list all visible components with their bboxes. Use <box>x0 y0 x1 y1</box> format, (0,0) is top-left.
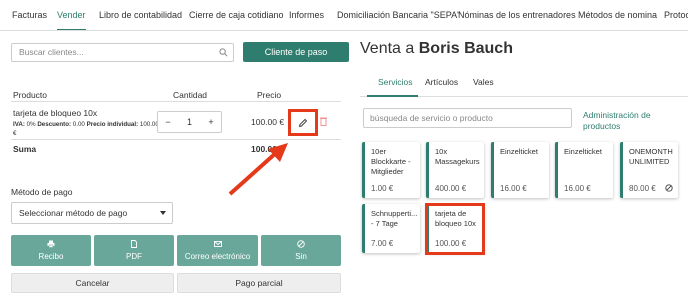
product-tile[interactable]: ONEMONTH UNLIMITED 80.00 € <box>620 142 678 198</box>
active-tab-indicator <box>367 95 418 97</box>
tab-servicios[interactable]: Servicios <box>378 77 412 87</box>
sale-title: Venta a Boris Bauch <box>360 40 513 58</box>
tab-libro-contabilidad[interactable]: Libro de contabilidad <box>99 0 182 30</box>
top-nav: Facturas Vender Libro de contabilidad Ci… <box>0 0 688 31</box>
tab-cierre-caja[interactable]: Cierre de caja cotidiano <box>189 0 284 30</box>
edit-item-button[interactable] <box>288 109 318 136</box>
tab-metodos-nomina[interactable]: Métodos de nomina <box>578 0 657 30</box>
product-tile[interactable]: Schnupperti... - 7 Tage 7.00 € <box>362 204 420 253</box>
product-tile-name: ONEMONTH UNLIMITED <box>629 147 673 166</box>
product-tile[interactable]: 10er Blockkarte - Mitglieder 1.00 € <box>362 142 420 198</box>
highlight-frame <box>425 203 485 255</box>
col-price-header: Precio <box>257 90 282 100</box>
product-tile[interactable]: 10x Massagekurs 400.00 € <box>426 142 484 198</box>
col-product-header: Producto <box>13 90 48 100</box>
ban-icon <box>297 240 305 248</box>
product-tile-name: Einzelticket <box>564 147 602 156</box>
trash-icon[interactable] <box>320 116 327 126</box>
product-tile-price: 7.00 € <box>371 239 394 248</box>
tab-facturas[interactable]: Facturas <box>12 0 47 30</box>
receipt-label: Recibo <box>38 252 64 261</box>
product-tile-price: 1.00 € <box>371 184 394 193</box>
decrease-button[interactable]: − <box>158 112 178 132</box>
annotation-arrow-icon <box>228 143 288 196</box>
product-tile-price: 400.00 € <box>435 184 467 193</box>
product-tile-price: 80.00 € <box>629 184 656 193</box>
product-tile-name: 10x Massagekurs <box>435 147 480 166</box>
tab-protoc[interactable]: Protoc <box>664 0 688 30</box>
chevron-down-icon <box>160 211 166 215</box>
product-tile-price: 16.00 € <box>500 184 527 193</box>
email-button[interactable]: Correo electrónico <box>177 235 258 266</box>
tab-nominas-entrenadores[interactable]: Nóminas de los entrenadores <box>458 0 576 30</box>
pdf-button[interactable]: PDF <box>94 235 174 266</box>
quantity-value[interactable]: 1 <box>178 112 201 132</box>
product-tile-name: 10er Blockkarte - Mitglieder <box>371 147 411 176</box>
tab-informes[interactable]: Informes <box>289 0 324 30</box>
search-icon <box>219 48 228 57</box>
customer-search-placeholder: Buscar clientes... <box>19 47 84 57</box>
product-tile[interactable]: Einzelticket 16.00 € <box>555 142 613 198</box>
col-quantity-header: Cantidad <box>173 90 208 100</box>
pdf-label: PDF <box>126 252 142 261</box>
customer-name: Boris Bauch <box>418 40 513 57</box>
product-tile[interactable]: Einzelticket 16.00 € <box>491 142 549 198</box>
no-receipt-button[interactable]: Sin <box>261 235 341 266</box>
tab-vender[interactable]: Vender <box>57 0 86 30</box>
tab-articulos[interactable]: Artículos <box>425 77 458 87</box>
cart-item-price: 100.00 € <box>251 117 285 127</box>
sum-label: Suma <box>13 144 37 154</box>
guest-customer-button[interactable]: Cliente de paso <box>243 42 349 62</box>
product-tile-name: Einzelticket <box>500 147 538 156</box>
envelope-icon <box>213 241 222 247</box>
printer-icon <box>47 240 55 248</box>
payment-method-select[interactable]: Seleccionar método de pago <box>11 202 173 224</box>
cart-item-name: tarjeta de bloqueo 10x <box>13 108 98 118</box>
service-search-input[interactable]: búsqueda de servicio o producto <box>363 108 572 128</box>
increase-button[interactable]: + <box>201 112 221 132</box>
sale-title-prefix: Venta a <box>360 40 415 57</box>
cancel-button[interactable]: Cancelar <box>11 273 174 293</box>
payment-method-value: Seleccionar método de pago <box>19 208 128 218</box>
product-tile-price: 16.00 € <box>564 184 591 193</box>
pencil-icon <box>298 118 308 128</box>
cart-item-meta: IVA: 0% Descuento: 0.00 Precio individua… <box>13 121 159 137</box>
no-receipt-label: Sin <box>295 252 307 261</box>
file-icon <box>131 240 137 248</box>
partial-payment-button[interactable]: Pago parcial <box>177 273 341 293</box>
product-tile-name: Schnupperti... - 7 Tage <box>371 209 418 228</box>
tab-vales[interactable]: Vales <box>473 77 494 87</box>
receipt-button[interactable]: Recibo <box>11 235 91 266</box>
divider <box>11 101 341 102</box>
customer-search-input[interactable]: Buscar clientes... <box>11 43 234 62</box>
quantity-stepper[interactable]: − 1 + <box>157 111 222 133</box>
ban-icon <box>665 184 673 192</box>
product-admin-link[interactable]: Administración de productos <box>583 110 663 132</box>
email-label: Correo electrónico <box>184 252 251 261</box>
payment-method-label: Método de pago <box>11 187 73 197</box>
tab-domiciliacion[interactable]: Domiciliación Bancaria "SEPA" <box>337 0 460 30</box>
